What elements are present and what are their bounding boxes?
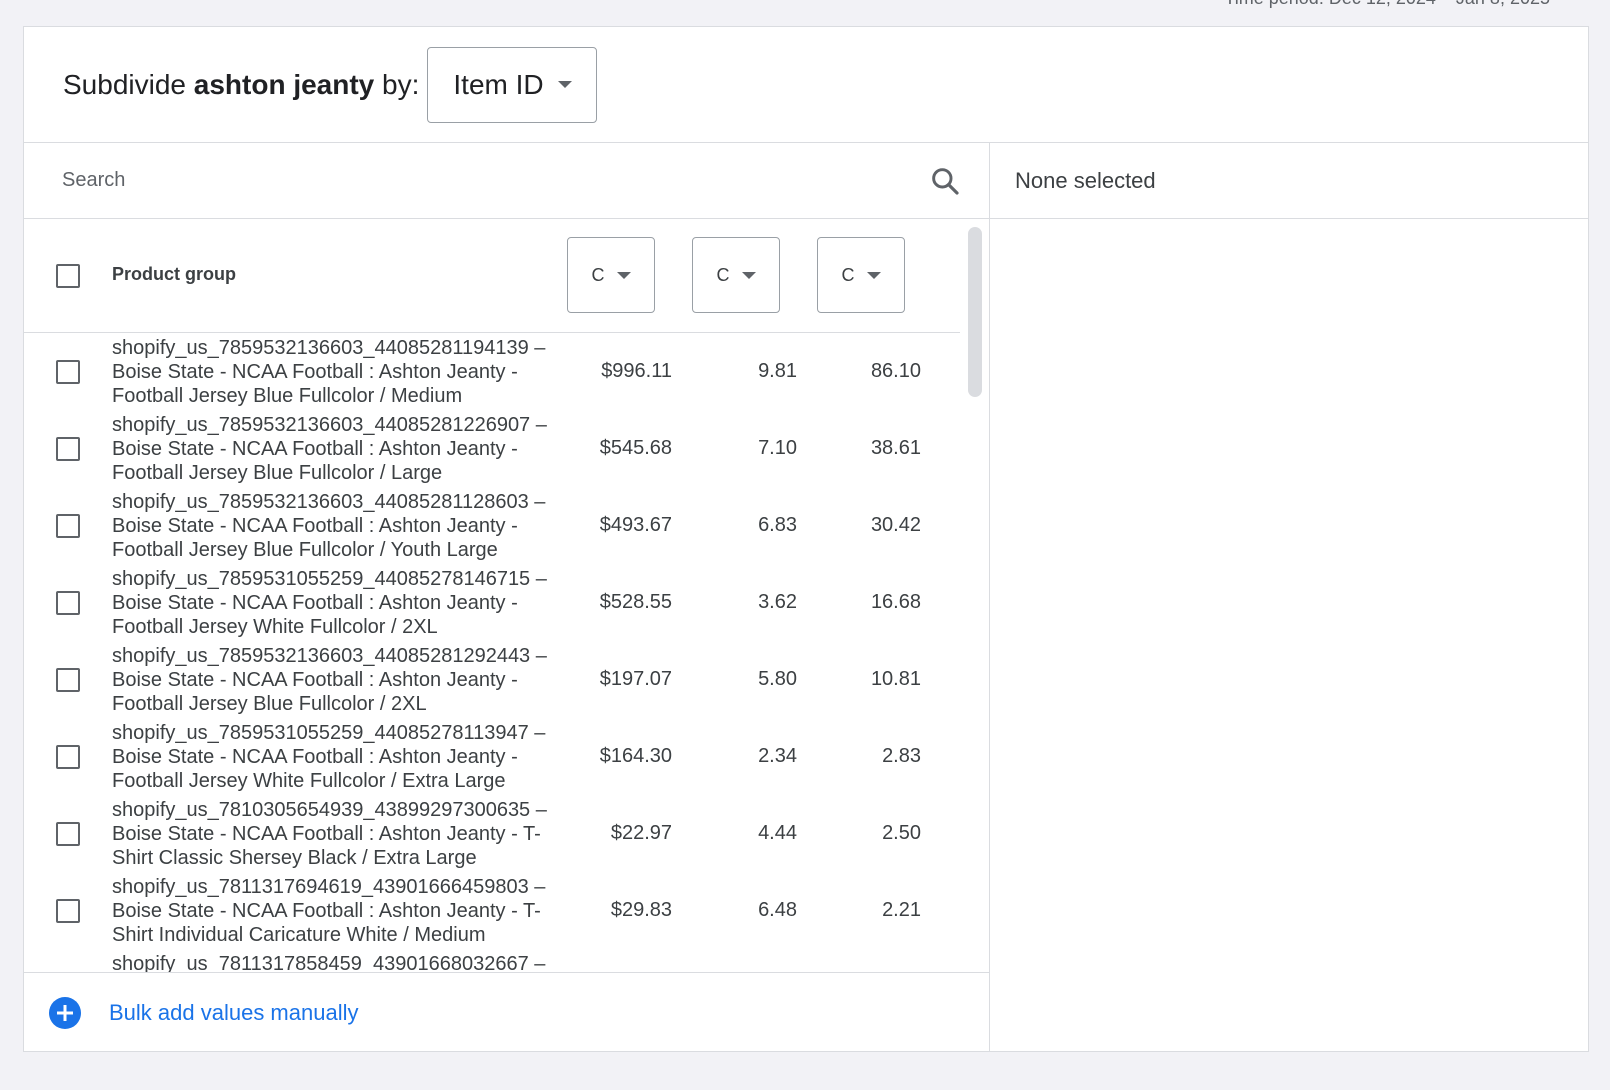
- group-name: ashton jeanty: [193, 68, 375, 100]
- product-name: shopify_us_7811317694619_43901666459803 …: [112, 876, 546, 946]
- search-bar: [24, 143, 989, 219]
- metric-cell-2: 6.48: [758, 899, 797, 921]
- metric-cell-3: 16.68: [870, 591, 921, 613]
- metric-cell-1: $164.30: [599, 745, 672, 767]
- table-scrollbar[interactable]: [968, 227, 982, 397]
- metric-cell-3: 30.42: [870, 514, 921, 536]
- product-name: shopify_us_7859532136603_44085281226907 …: [112, 414, 547, 484]
- search-input[interactable]: [62, 169, 929, 192]
- selection-status: None selected: [990, 143, 1588, 219]
- table-row: shopify_us_7811317858459_43901668032667 …: [24, 950, 960, 972]
- caret-down-icon: [741, 271, 756, 279]
- metric-cell-1: $528.55: [599, 591, 672, 613]
- subdivide-prefix: Subdivide: [63, 68, 186, 100]
- row-checkbox[interactable]: [56, 360, 80, 384]
- product-group-header: Product group: [112, 264, 236, 284]
- product-name: shopify_us_7811317858459_43901668032667 …: [112, 953, 546, 972]
- row-checkbox[interactable]: [56, 899, 80, 923]
- metric-cell-3: 2.21: [882, 899, 921, 921]
- metric-cell-2: 6.83: [758, 514, 797, 536]
- selected-pane: None selected: [990, 143, 1588, 1051]
- metric-column-3-label: C: [841, 264, 855, 285]
- product-name: shopify_us_7859531055259_44085278146715 …: [112, 568, 547, 638]
- caret-down-icon: [616, 271, 631, 279]
- table-row: shopify_us_7811317694619_43901666459803 …: [24, 873, 960, 950]
- row-checkbox[interactable]: [56, 514, 80, 538]
- row-checkbox[interactable]: [56, 437, 80, 461]
- table-header: Product group C C C: [24, 219, 960, 333]
- row-checkbox[interactable]: [56, 668, 80, 692]
- caret-down-icon: [557, 81, 572, 88]
- subdivide-header: Subdivide ashton jeanty by: Item ID: [24, 27, 1588, 143]
- caret-down-icon: [866, 271, 881, 279]
- table-row: shopify_us_7859531055259_44085278146715 …: [24, 565, 960, 642]
- row-checkbox[interactable]: [56, 822, 80, 846]
- time-period-label: Time period: Dec 12, 2024 – Jan 8, 2025: [1224, 0, 1550, 9]
- search-icon[interactable]: [929, 165, 961, 197]
- metric-cell-1: $493.67: [599, 514, 672, 536]
- dimension-value: Item ID: [453, 68, 544, 100]
- product-table: Product group C C C shopify_us_785953213…: [24, 219, 990, 972]
- product-name: shopify_us_7810305654939_43899297300635 …: [112, 799, 547, 869]
- metric-cell-2: 4.44: [758, 822, 797, 844]
- metric-cell-2: 2.34: [758, 745, 797, 767]
- metric-column-2-dropdown[interactable]: C: [692, 237, 780, 313]
- table-row: shopify_us_7859532136603_44085281292443 …: [24, 642, 960, 719]
- metric-cell-1: $996.11: [601, 360, 672, 382]
- row-checkbox[interactable]: [56, 745, 80, 769]
- metric-cell-2: 7.10: [758, 437, 797, 459]
- metric-column-1-dropdown[interactable]: C: [567, 237, 655, 313]
- table-row: shopify_us_7859532136603_44085281226907 …: [24, 411, 960, 488]
- add-circle-icon: [49, 997, 81, 1029]
- values-pane: Product group C C C: [24, 143, 990, 1051]
- metric-cell-1: $545.68: [599, 437, 672, 459]
- metric-cell-1: $29.83: [610, 899, 672, 921]
- table-row: shopify_us_7859532136603_44085281128603 …: [24, 488, 960, 565]
- metric-column-3-dropdown[interactable]: C: [817, 237, 905, 313]
- table-rows: shopify_us_7859532136603_44085281194139 …: [24, 334, 960, 972]
- product-name: shopify_us_7859532136603_44085281292443 …: [112, 645, 547, 715]
- product-name: shopify_us_7859532136603_44085281128603 …: [112, 491, 546, 561]
- panel-body: Product group C C C: [24, 143, 1588, 1051]
- subdivide-panel: Subdivide ashton jeanty by: Item ID Prod…: [23, 26, 1589, 1052]
- metric-column-2-label: C: [716, 264, 730, 285]
- metric-column-1-label: C: [591, 264, 605, 285]
- product-name: shopify_us_7859532136603_44085281194139 …: [112, 337, 546, 407]
- metric-cell-2: 5.80: [758, 668, 797, 690]
- metric-cell-3: 38.61: [870, 437, 921, 459]
- bulk-add-button[interactable]: Bulk add values manually: [24, 972, 990, 1053]
- product-name: shopify_us_7859531055259_44085278113947 …: [112, 722, 546, 792]
- metric-cell-3: 10.81: [870, 668, 921, 690]
- metric-cell-2: 3.62: [758, 591, 797, 613]
- metric-cell-1: $197.07: [599, 668, 672, 690]
- subdivide-title: Subdivide ashton jeanty by:: [63, 69, 419, 101]
- row-checkbox[interactable]: [56, 591, 80, 615]
- dimension-dropdown[interactable]: Item ID: [427, 46, 598, 123]
- bulk-add-label: Bulk add values manually: [109, 1000, 359, 1025]
- metric-cell-1: $22.97: [610, 822, 672, 844]
- table-row: shopify_us_7859532136603_44085281194139 …: [24, 334, 960, 411]
- metric-cell-3: 2.83: [882, 745, 921, 767]
- metric-cell-2: 9.81: [758, 360, 797, 382]
- table-row: shopify_us_7810305654939_43899297300635 …: [24, 796, 960, 873]
- table-row: shopify_us_7859531055259_44085278113947 …: [24, 719, 960, 796]
- select-all-checkbox[interactable]: [56, 264, 80, 288]
- subdivide-suffix: by:: [382, 68, 420, 100]
- metric-cell-3: 86.10: [870, 360, 921, 382]
- metric-cell-3: 2.50: [882, 822, 921, 844]
